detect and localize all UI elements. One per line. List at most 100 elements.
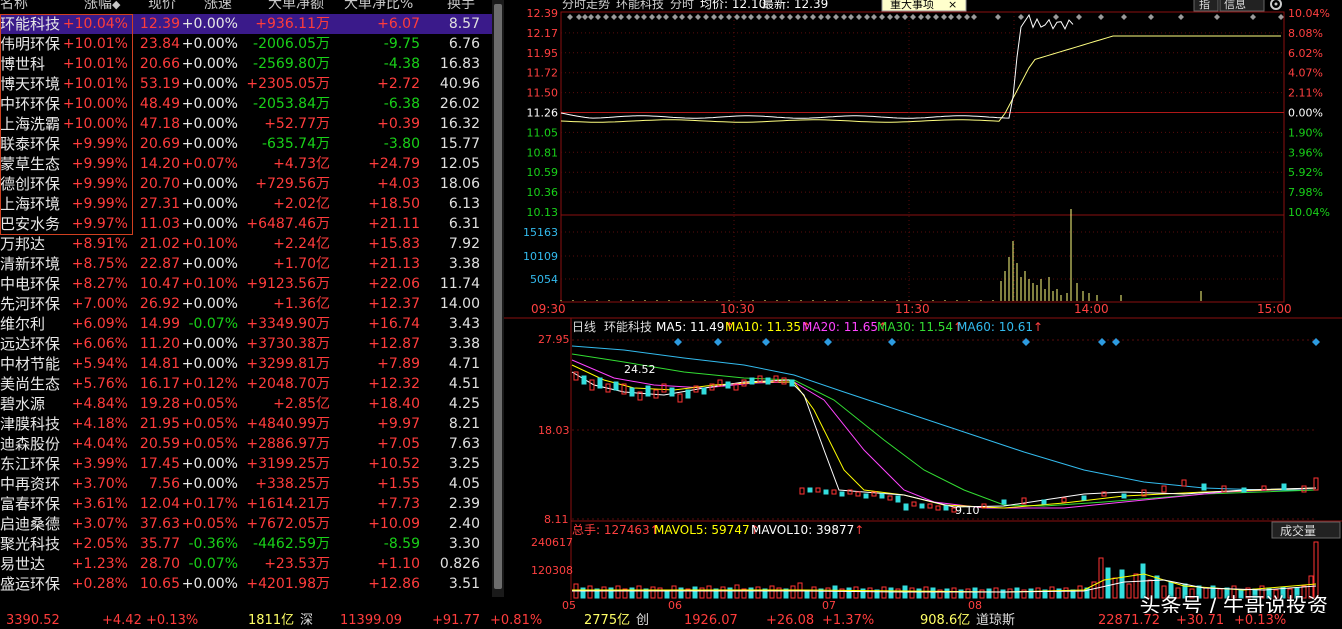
event-marker-icon[interactable] (626, 14, 632, 20)
event-marker-icon[interactable] (1148, 14, 1154, 20)
event-marker-icon[interactable] (841, 14, 847, 20)
event-marker-icon[interactable] (762, 338, 770, 346)
event-marker-icon[interactable] (1112, 338, 1120, 346)
close-icon[interactable]: × (948, 0, 957, 11)
event-marker-icon[interactable] (576, 14, 582, 20)
event-marker-icon[interactable] (595, 14, 601, 20)
event-marker-icon[interactable] (771, 14, 777, 20)
event-marker-icon[interactable] (918, 14, 924, 20)
table-row[interactable]: 中材节能 +5.94% 14.81 +0.00% +3299.81万 +7.89 4.71 (0, 354, 492, 374)
event-marker-icon[interactable] (1214, 14, 1220, 20)
table-row[interactable]: 上海环境 +9.99% 27.31 +0.00% +2.02亿 +18.50 6.13 (0, 194, 492, 214)
event-marker-icon[interactable] (714, 338, 722, 346)
dq-label[interactable]: 道琼斯 (976, 613, 1015, 629)
event-marker-icon[interactable] (810, 14, 816, 20)
event-marker-icon[interactable] (663, 14, 669, 20)
scrollbar-thumb[interactable] (494, 4, 502, 589)
table-row[interactable]: 博天环境 +10.01% 53.19 +0.00% +2305.05万 +2.72 40.9… (0, 74, 492, 94)
table-row[interactable]: 万邦达 +8.91% 21.02 +0.10% +2.24亿 +15.83 7.92 (0, 234, 492, 254)
event-marker-icon[interactable] (856, 14, 862, 20)
event-marker-icon[interactable] (1022, 338, 1030, 346)
event-marker-icon[interactable] (748, 14, 754, 20)
event-marker-icon[interactable] (603, 14, 609, 20)
event-marker-icon[interactable] (941, 14, 947, 20)
table-row[interactable]: 维尔利 +6.09% 14.99 -0.07% +3349.90万 +16.74 3.43 (0, 314, 492, 334)
gear-icon[interactable] (1270, 0, 1282, 10)
event-marker-icon[interactable] (956, 14, 962, 20)
event-marker-icon[interactable] (641, 14, 647, 20)
header-change[interactable]: 涨幅◆ (84, 0, 120, 12)
table-row[interactable]: 中电环保 +8.27% 10.47 +0.10% +9123.56万 +22.06 11.7… (0, 274, 492, 294)
event-marker-icon[interactable] (779, 14, 785, 20)
event-marker-icon[interactable] (674, 338, 682, 346)
event-marker-icon[interactable] (848, 14, 854, 20)
table-row[interactable]: 易世达 +1.23% 28.70 -0.07% +23.53万 +1.10 0.826 (0, 554, 492, 574)
table-row[interactable]: 迪森股份 +4.04% 20.59 +0.05% +2886.97万 +7.05 7.63 (0, 434, 492, 454)
event-marker-icon[interactable] (582, 14, 588, 20)
header-ratio[interactable]: 大单净比% (344, 0, 413, 11)
event-marker-icon[interactable] (971, 14, 977, 20)
table-row[interactable]: 清新环境 +8.75% 22.87 +0.00% +1.70亿 +21.13 3.38 (0, 254, 492, 274)
table-row[interactable]: 联泰环保 +9.99% 20.69 +0.00% -635.74万 -3.80 15.77 (0, 134, 492, 154)
event-marker-icon[interactable] (703, 14, 709, 20)
event-marker-icon[interactable] (1098, 14, 1104, 20)
event-marker-icon[interactable] (894, 14, 900, 20)
event-marker-icon[interactable] (902, 14, 908, 20)
event-marker-icon[interactable] (833, 14, 839, 20)
event-marker-icon[interactable] (825, 14, 831, 20)
table-row[interactable]: 巴安水务 +9.97% 11.03 +0.00% +6487.46万 +21.11 6.31 (0, 214, 492, 234)
event-marker-icon[interactable] (1312, 338, 1320, 346)
header-amount[interactable]: 大单净额 (268, 0, 324, 11)
event-marker-icon[interactable] (672, 14, 678, 20)
event-marker-icon[interactable] (964, 14, 970, 20)
table-row[interactable]: 启迪桑德 +3.07% 37.63 +0.05% +7672.05万 +10.09 2.40 (0, 514, 492, 534)
table-row[interactable]: 津膜科技 +4.18% 21.95 +0.05% +4840.99万 +9.97 8.21 (0, 414, 492, 434)
event-marker-icon[interactable] (1053, 14, 1059, 20)
event-marker-icon[interactable] (879, 14, 885, 20)
event-marker-icon[interactable] (995, 14, 1001, 20)
event-marker-icon[interactable] (634, 14, 640, 20)
event-marker-icon[interactable] (1018, 14, 1024, 20)
header-price[interactable]: 现价 (148, 0, 176, 11)
table-row[interactable]: 中环环保 +10.00% 48.49 +0.00% -2053.84万 -6.38 26.0… (0, 94, 492, 114)
event-marker-icon[interactable] (802, 14, 808, 20)
table-row[interactable]: 聚光科技 +2.05% 35.77 -0.36% -4462.59万 -8.59 3.30 (0, 534, 492, 554)
event-marker-icon[interactable] (741, 14, 747, 20)
event-marker-icon[interactable] (711, 14, 717, 20)
event-marker-icon[interactable] (864, 14, 870, 20)
event-marker-icon[interactable] (948, 14, 954, 20)
event-marker-icon[interactable] (887, 14, 893, 20)
event-marker-icon[interactable] (925, 14, 931, 20)
event-marker-icon[interactable] (787, 14, 793, 20)
event-marker-icon[interactable] (687, 14, 693, 20)
table-row[interactable]: 远达环保 +6.06% 11.20 +0.00% +3730.38万 +12.87 3.38 (0, 334, 492, 354)
header-turnover[interactable]: 换手 (447, 0, 475, 11)
table-row[interactable]: 碧水源 +4.84% 19.28 +0.05% +2.85亿 +18.40 4.25 (0, 394, 492, 414)
table-row[interactable]: 蒙草生态 +9.99% 14.20 +0.07% +4.73亿 +24.79 12.05 (0, 154, 492, 174)
table-row[interactable]: 德创环保 +9.99% 20.70 +0.00% +729.56万 +4.03 18.06 (0, 174, 492, 194)
event-marker-icon[interactable] (933, 14, 939, 20)
table-row[interactable]: 盛运环保 +0.28% 10.65 +0.00% +4201.98万 +12.86 3.51 (0, 574, 492, 594)
event-marker-icon[interactable] (824, 338, 832, 346)
event-marker-icon[interactable] (1250, 14, 1256, 20)
event-marker-icon[interactable] (756, 14, 762, 20)
event-marker-icon[interactable] (567, 14, 573, 20)
table-row[interactable]: 先河环保 +7.00% 26.92 +0.00% +1.36亿 +12.37 14.00 (0, 294, 492, 314)
table-row[interactable]: 上海洗霸 +10.00% 47.18 +0.00% +52.77万 +0.39 16.32 (0, 114, 492, 134)
sz-label[interactable]: 深 (300, 613, 313, 629)
event-marker-icon[interactable] (726, 14, 732, 20)
event-marker-icon[interactable] (656, 14, 662, 20)
event-marker-icon[interactable] (1178, 14, 1184, 20)
event-marker-icon[interactable] (795, 14, 801, 20)
header-speed[interactable]: 涨速 (204, 0, 232, 11)
event-marker-icon[interactable] (734, 14, 740, 20)
event-marker-icon[interactable] (910, 14, 916, 20)
table-row[interactable]: 富春环保 +3.61% 12.04 +0.17% +1614.21万 +7.73 2.39 (0, 494, 492, 514)
event-marker-icon[interactable] (1076, 14, 1082, 20)
event-marker-icon[interactable] (871, 14, 877, 20)
event-marker-icon[interactable] (1098, 338, 1106, 346)
cy-label[interactable]: 创 (636, 613, 649, 629)
table-row[interactable]: 中再资环 +3.70% 7.56 +0.00% +338.25万 +1.55 4.05 (0, 474, 492, 494)
event-marker-icon[interactable] (764, 14, 770, 20)
table-row[interactable]: 环能科技 +10.04% 12.39 +0.00% +936.11万 +6.07 8.57 (0, 14, 492, 34)
